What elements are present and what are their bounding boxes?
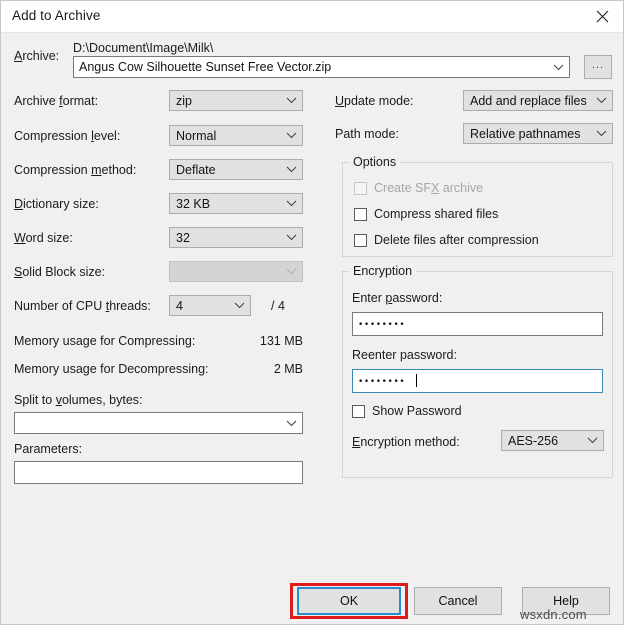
solid-block-size-combo xyxy=(169,261,303,282)
compression-level-value: Normal xyxy=(176,128,217,143)
archive-format-value: zip xyxy=(176,93,192,108)
chevron-down-icon xyxy=(547,64,569,71)
update-mode-combo[interactable]: Add and replace files xyxy=(463,90,613,111)
reenter-password-input[interactable]: •••••••• xyxy=(352,369,603,393)
encryption-method-value: AES-256 xyxy=(508,433,559,448)
compress-shared-files-checkbox[interactable]: Compress shared files xyxy=(354,207,498,221)
compression-method-label: Compression method: xyxy=(14,163,137,177)
chevron-down-icon xyxy=(280,97,302,104)
show-password-label: Show Password xyxy=(372,404,462,418)
reenter-password-value: •••••••• xyxy=(358,377,406,387)
create-sfx-archive-label: Create SFX archive xyxy=(374,181,484,195)
archive-label: Archive: xyxy=(14,49,60,63)
text-caret xyxy=(416,374,417,387)
encryption-method-label: Encryption method: xyxy=(352,435,460,449)
split-volumes-label: Split to volumes, bytes: xyxy=(14,393,143,407)
memory-decompressing-label: Memory usage for Decompressing: xyxy=(14,362,209,376)
compression-level-label: Compression level: xyxy=(14,129,121,143)
delete-files-after-compression-label: Delete files after compression xyxy=(374,233,539,247)
encryption-method-combo[interactable]: AES-256 xyxy=(501,430,604,451)
compression-method-combo[interactable]: Deflate xyxy=(169,159,303,180)
help-button-label: Help xyxy=(553,594,579,608)
chevron-down-icon xyxy=(590,130,612,137)
ok-button[interactable]: OK xyxy=(297,587,401,615)
reenter-password-label: Reenter password: xyxy=(352,348,457,362)
solid-block-size-label: Solid Block size: xyxy=(14,265,106,279)
dictionary-size-value: 32 KB xyxy=(176,196,211,211)
parameters-input[interactable] xyxy=(14,461,303,484)
compress-shared-files-label: Compress shared files xyxy=(374,207,499,221)
chevron-down-icon xyxy=(280,268,302,275)
chevron-down-icon xyxy=(280,420,302,427)
checkbox-box xyxy=(354,181,367,195)
enter-password-input[interactable]: •••••••• xyxy=(352,312,603,336)
path-mode-label: Path mode: xyxy=(335,127,399,141)
memory-compressing-label: Memory usage for Compressing: xyxy=(14,334,196,348)
compression-method-value: Deflate xyxy=(176,162,216,177)
checkbox-box xyxy=(354,207,367,221)
cpu-threads-max: / 4 xyxy=(271,299,285,313)
enter-password-value: •••••••• xyxy=(358,320,406,330)
dictionary-size-label: Dictionary size: xyxy=(14,197,99,211)
watermark: wsxdn.com xyxy=(520,607,587,622)
archive-name-value: Angus Cow Silhouette Sunset Free Vector.… xyxy=(79,60,332,74)
checkbox-box xyxy=(352,404,365,418)
path-mode-combo[interactable]: Relative pathnames xyxy=(463,123,613,144)
cpu-threads-label: Number of CPU threads: xyxy=(14,299,151,313)
path-mode-value: Relative pathnames xyxy=(470,126,581,141)
encryption-groupbox: Encryption Enter password: •••••••• Reen… xyxy=(342,264,613,478)
create-sfx-archive-checkbox: Create SFX archive xyxy=(354,181,483,195)
browse-button-label: ... xyxy=(591,59,605,71)
title-bar: Add to Archive xyxy=(1,1,623,33)
archive-format-combo[interactable]: zip xyxy=(169,90,303,111)
add-to-archive-dialog: Add to Archive Archive: D:\Document\Imag… xyxy=(0,0,624,625)
memory-compressing-value: 131 MB xyxy=(259,334,303,348)
split-volumes-combo[interactable] xyxy=(14,412,303,434)
chevron-down-icon xyxy=(280,132,302,139)
chevron-down-icon xyxy=(590,97,612,104)
cpu-threads-combo[interactable]: 4 xyxy=(169,295,251,316)
encryption-group-title: Encryption xyxy=(349,264,417,278)
options-groupbox: Options Create SFX archive Compress shar… xyxy=(342,155,613,257)
checkbox-box xyxy=(354,233,367,247)
chevron-down-icon xyxy=(280,200,302,207)
compression-level-combo[interactable]: Normal xyxy=(169,125,303,146)
window-title: Add to Archive xyxy=(12,8,101,23)
chevron-down-icon xyxy=(280,234,302,241)
update-mode-value: Add and replace files xyxy=(470,93,587,108)
close-icon[interactable] xyxy=(579,1,623,32)
archive-name-combo[interactable]: Angus Cow Silhouette Sunset Free Vector.… xyxy=(73,56,570,78)
archive-format-label: Archive format: xyxy=(14,94,99,108)
cancel-button[interactable]: Cancel xyxy=(414,587,502,615)
word-size-label: Word size: xyxy=(14,231,73,245)
update-mode-label: Update mode: xyxy=(335,94,414,108)
delete-files-after-compression-checkbox[interactable]: Delete files after compression xyxy=(354,233,539,247)
word-size-value: 32 xyxy=(176,230,190,245)
chevron-down-icon xyxy=(581,437,603,444)
enter-password-label: Enter password: xyxy=(352,291,443,305)
browse-button[interactable]: ... xyxy=(584,55,612,79)
dictionary-size-combo[interactable]: 32 KB xyxy=(169,193,303,214)
chevron-down-icon xyxy=(228,302,250,309)
ok-button-label: OK xyxy=(339,594,359,608)
parameters-label: Parameters: xyxy=(14,442,83,456)
memory-decompressing-value: 2 MB xyxy=(273,362,303,376)
cancel-button-label: Cancel xyxy=(438,594,478,608)
archive-path-text: D:\Document\Image\Milk\ xyxy=(73,41,214,55)
show-password-checkbox[interactable]: Show Password xyxy=(352,404,462,418)
options-group-title: Options xyxy=(349,155,401,169)
cpu-threads-value: 4 xyxy=(176,298,183,313)
chevron-down-icon xyxy=(280,166,302,173)
word-size-combo[interactable]: 32 xyxy=(169,227,303,248)
